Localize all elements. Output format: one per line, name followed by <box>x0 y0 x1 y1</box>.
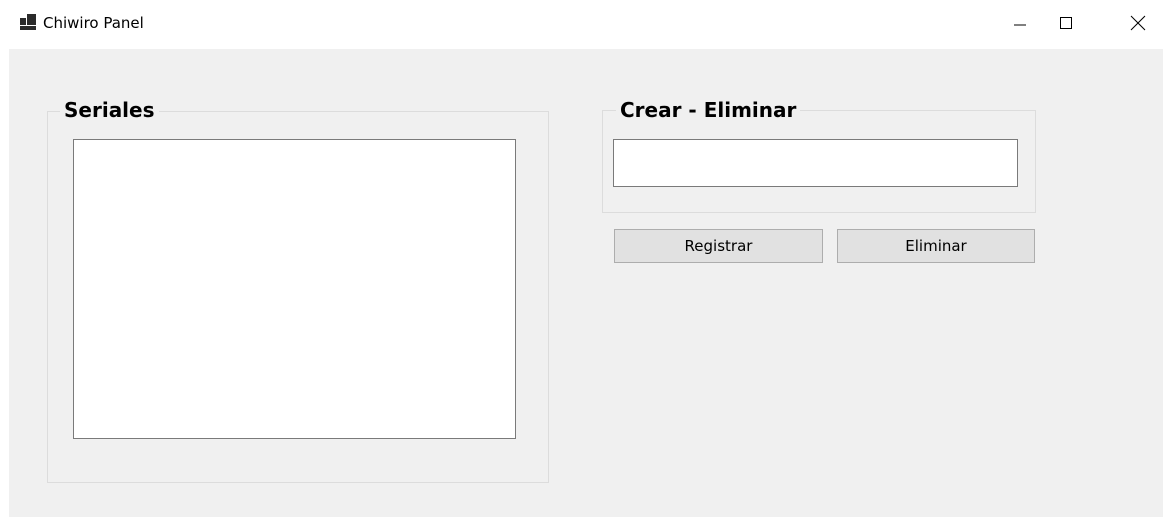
window-title: Chiwiro Panel <box>43 14 144 32</box>
minimize-button[interactable] <box>997 0 1043 46</box>
serial-input[interactable] <box>613 139 1018 187</box>
title-bar[interactable]: Chiwiro Panel <box>0 0 1163 46</box>
main-window: Chiwiro Panel Seriales Crear - Eliminar … <box>0 0 1163 517</box>
maximize-icon <box>1060 17 1072 29</box>
app-window-icon <box>20 14 36 30</box>
close-icon <box>1130 15 1146 31</box>
seriales-group-title: Seriales <box>60 97 159 123</box>
eliminar-button[interactable]: Eliminar <box>837 229 1035 263</box>
registrar-button[interactable]: Registrar <box>614 229 823 263</box>
seriales-listbox[interactable] <box>73 139 516 439</box>
crear-eliminar-group-title: Crear - Eliminar <box>616 97 801 123</box>
client-area: Seriales Crear - Eliminar Registrar Elim… <box>9 49 1163 517</box>
minimize-icon <box>1014 24 1026 26</box>
maximize-button[interactable] <box>1043 0 1089 46</box>
close-button[interactable] <box>1115 0 1161 46</box>
